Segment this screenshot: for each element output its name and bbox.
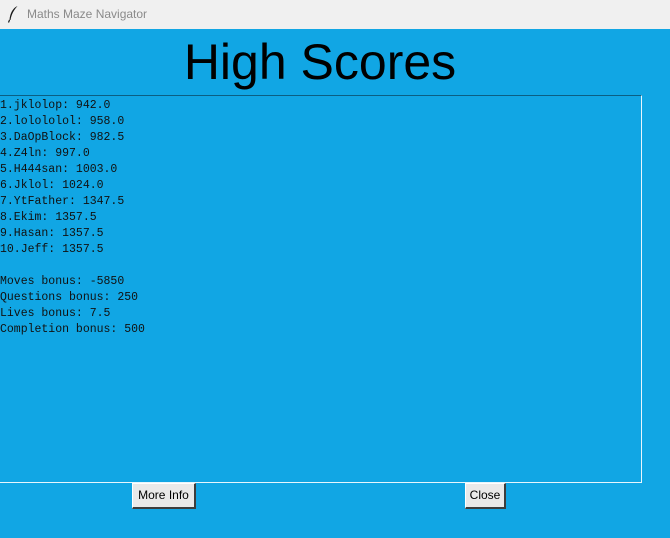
bonus-line: Lives bonus: 7.5 bbox=[0, 307, 111, 320]
score-line: 7.YtFather: 1347.5 bbox=[0, 195, 125, 208]
score-line: 9.Hasan: 1357.5 bbox=[0, 227, 104, 240]
scores-text-area[interactable]: 1.jklolop: 942.0 2.lolololol: 958.0 3.Da… bbox=[0, 95, 642, 483]
score-line: 2.lolololol: 958.0 bbox=[0, 115, 125, 128]
window-titlebar: Maths Maze Navigator bbox=[0, 0, 670, 29]
bonus-line: Questions bonus: 250 bbox=[0, 291, 139, 304]
score-line: 8.Ekim: 1357.5 bbox=[0, 211, 97, 224]
feather-icon bbox=[7, 6, 18, 23]
window-title: Maths Maze Navigator bbox=[27, 7, 148, 21]
page-title: High Scores bbox=[183, 34, 457, 90]
score-line: 6.Jklol: 1024.0 bbox=[0, 179, 104, 192]
score-line: 1.jklolop: 942.0 bbox=[0, 99, 111, 112]
score-line: 5.H444san: 1003.0 bbox=[0, 163, 118, 176]
more-info-button[interactable]: More Info bbox=[132, 483, 196, 509]
bonus-line: Completion bonus: 500 bbox=[0, 323, 145, 336]
close-button[interactable]: Close bbox=[465, 483, 506, 509]
score-line: 4.Z4ln: 997.0 bbox=[0, 147, 90, 160]
score-line: 3.DaOpBlock: 982.5 bbox=[0, 131, 125, 144]
scores-text: 1.jklolop: 942.0 2.lolololol: 958.0 3.Da… bbox=[0, 98, 145, 338]
bonus-line: Moves bonus: -5850 bbox=[0, 275, 125, 288]
score-line: 10.Jeff: 1357.5 bbox=[0, 243, 104, 256]
